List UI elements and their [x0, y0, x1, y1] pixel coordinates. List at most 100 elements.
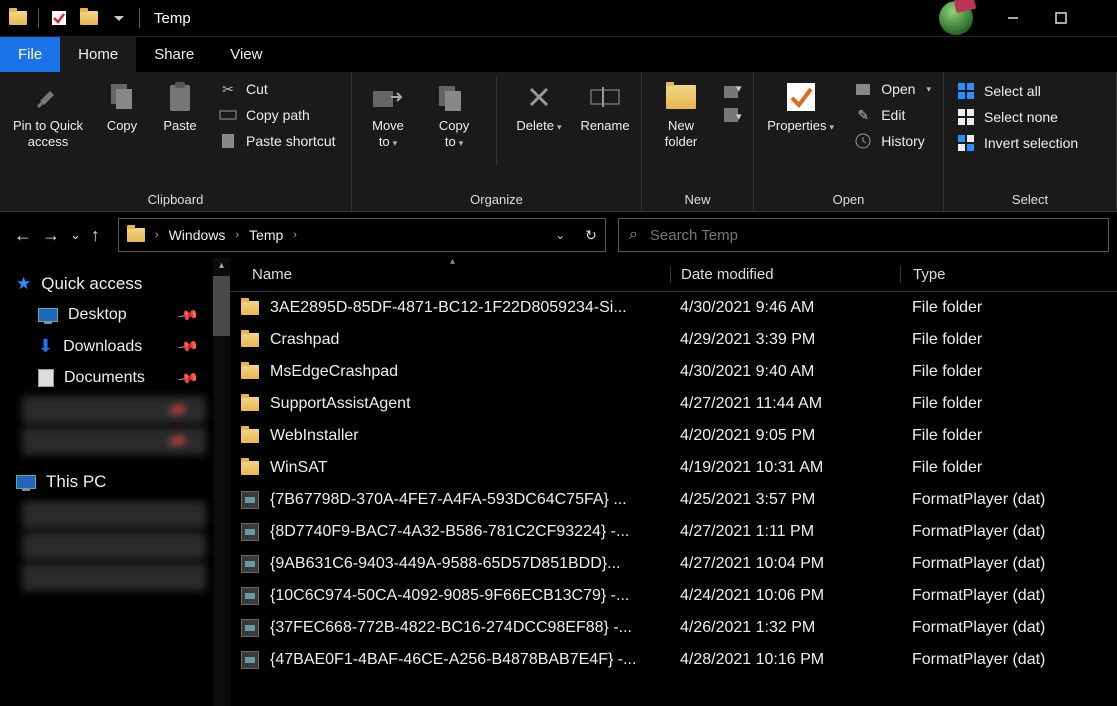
user-avatar-icon[interactable] — [939, 1, 973, 35]
sidebar-item-redacted[interactable] — [22, 563, 206, 591]
new-item-button[interactable]: ▾ — [722, 82, 744, 100]
table-row[interactable]: {47BAE0F1-4BAF-46CE-A256-B4878BAB7E4F} -… — [230, 644, 1117, 676]
delete-button[interactable]: Delete▾ — [511, 76, 567, 134]
file-type: FormatPlayer (dat) — [900, 491, 1117, 509]
copy-to-label: Copy to — [439, 118, 469, 149]
file-icon — [230, 587, 270, 605]
sort-indicator-icon: ▴ — [450, 258, 455, 267]
sidebar-item-this-pc[interactable]: This PC — [4, 458, 226, 498]
sidebar-item-redacted[interactable]: 📌 — [22, 396, 206, 424]
qat-customize-button[interactable] — [105, 4, 133, 32]
sidebar-item-documents[interactable]: Documents📌 — [4, 363, 226, 393]
tab-view[interactable]: View — [212, 37, 280, 72]
sidebar-item-redacted[interactable]: 📌 — [22, 427, 206, 455]
properties-label: Properties — [767, 118, 826, 133]
nav-recent-button[interactable]: ⌄ — [70, 227, 81, 243]
group-organize: Move to▾ Copy to▾ Delete▾ Rename Organiz… — [352, 72, 642, 211]
separator — [496, 76, 497, 166]
table-row[interactable]: SupportAssistAgent4/27/2021 11:44 AMFile… — [230, 388, 1117, 420]
address-dropdown-button[interactable]: ⌄ — [555, 228, 565, 242]
edit-button[interactable]: ✎Edit — [849, 102, 935, 128]
paste-shortcut-button[interactable]: Paste shortcut — [214, 128, 340, 154]
breadcrumb-item[interactable]: Windows — [169, 227, 226, 243]
pin-icon: 📌 — [175, 366, 199, 390]
select-all-label: Select all — [984, 83, 1041, 99]
search-box[interactable]: ⌕ — [618, 218, 1109, 252]
select-none-button[interactable]: Select none — [952, 104, 1082, 130]
table-row[interactable]: {37FEC668-772B-4822-BC16-274DCC98EF88} -… — [230, 612, 1117, 644]
history-button[interactable]: History — [849, 128, 935, 154]
history-label: History — [881, 133, 925, 149]
sidebar-item-downloads[interactable]: ⬇Downloads📌 — [4, 330, 226, 363]
nav-back-button[interactable]: ← — [14, 225, 32, 246]
chevron-down-icon: ▾ — [557, 122, 562, 132]
app-folder-icon — [4, 4, 32, 32]
table-row[interactable]: {10C6C974-50CA-4092-9085-9F66ECB13C79} -… — [230, 580, 1117, 612]
search-input[interactable] — [648, 226, 1098, 245]
minimize-button[interactable] — [993, 4, 1033, 32]
tab-home[interactable]: Home — [60, 37, 136, 72]
table-row[interactable]: WebInstaller4/20/2021 9:05 PMFile folder — [230, 420, 1117, 452]
table-row[interactable]: {8D7740F9-BAC7-4A32-B586-781C2CF93224} -… — [230, 516, 1117, 548]
scroll-up-icon[interactable]: ▴ — [216, 260, 227, 271]
cut-button[interactable]: ✂Cut — [214, 76, 340, 102]
pin-icon: 📌 — [175, 303, 199, 327]
sidebar-item-desktop[interactable]: Desktop📌 — [4, 300, 226, 330]
nav-up-button[interactable]: ↑ — [91, 225, 100, 246]
breadcrumb-sep-icon[interactable]: › — [289, 229, 301, 241]
pin-icon — [31, 80, 65, 114]
sidebar-item-redacted[interactable] — [22, 532, 206, 560]
paste-icon — [163, 80, 197, 114]
properties-qat-button[interactable] — [45, 4, 73, 32]
file-name: MsEdgeCrashpad — [270, 363, 670, 381]
maximize-button[interactable] — [1041, 4, 1081, 32]
table-row[interactable]: {7B67798D-370A-4FE7-A4FA-593DC64C75FA} .… — [230, 484, 1117, 516]
breadcrumb-sep-icon[interactable]: › — [231, 229, 243, 241]
new-folder-qat-button[interactable] — [75, 4, 103, 32]
invert-selection-button[interactable]: Invert selection — [952, 130, 1082, 156]
rename-button[interactable]: Rename — [577, 76, 633, 134]
new-folder-button[interactable]: New folder — [650, 76, 712, 149]
table-row[interactable]: 3AE2895D-85DF-4871-BC12-1F22D8059234-Si.… — [230, 292, 1117, 324]
table-row[interactable]: WinSAT4/19/2021 10:31 AMFile folder — [230, 452, 1117, 484]
window-title: Temp — [154, 10, 191, 27]
pin-label: Pin to Quick access — [13, 118, 83, 149]
pin-to-quick-access-button[interactable]: Pin to Quick access — [8, 76, 88, 149]
sidebar-item-quick-access[interactable]: ★Quick access — [4, 264, 226, 300]
file-icon — [230, 523, 270, 541]
group-label-open: Open — [762, 188, 935, 209]
paste-button[interactable]: Paste — [156, 76, 204, 134]
file-name: WebInstaller — [270, 427, 670, 445]
column-header-date[interactable]: Date modified — [670, 266, 900, 283]
nav-forward-button[interactable]: → — [42, 225, 60, 246]
scrollbar-thumb[interactable] — [213, 276, 230, 336]
properties-button[interactable]: Properties▾ — [762, 76, 839, 134]
separator — [139, 8, 140, 28]
tab-file[interactable]: File — [0, 37, 60, 72]
open-button[interactable]: Open▾ — [849, 76, 935, 102]
select-all-button[interactable]: Select all — [952, 78, 1082, 104]
table-row[interactable]: Crashpad4/29/2021 3:39 PMFile folder — [230, 324, 1117, 356]
breadcrumb-sep-icon[interactable]: › — [151, 229, 163, 241]
column-header-type[interactable]: Type — [900, 266, 1117, 283]
copy-path-button[interactable]: Copy path — [214, 102, 340, 128]
file-type: FormatPlayer (dat) — [900, 619, 1117, 637]
close-button[interactable] — [1089, 4, 1113, 32]
move-to-button[interactable]: Move to▾ — [360, 76, 416, 149]
tab-share[interactable]: Share — [136, 37, 212, 72]
edit-label: Edit — [881, 107, 905, 123]
sidebar-item-redacted[interactable] — [22, 501, 206, 529]
chevron-down-icon: ▾ — [829, 122, 834, 132]
pin-icon: 📌 — [163, 429, 187, 453]
table-row[interactable]: MsEdgeCrashpad4/30/2021 9:40 AMFile fold… — [230, 356, 1117, 388]
rename-icon — [588, 80, 622, 114]
easy-access-button[interactable]: ▾ — [722, 106, 744, 124]
table-row[interactable]: {9AB631C6-9403-449A-9588-65D57D851BDD}..… — [230, 548, 1117, 580]
column-header-name[interactable]: Name — [230, 266, 670, 283]
file-type: FormatPlayer (dat) — [900, 651, 1117, 669]
refresh-button[interactable]: ↻ — [585, 227, 597, 244]
copy-button[interactable]: Copy — [98, 76, 146, 134]
copy-to-button[interactable]: Copy to▾ — [426, 76, 482, 149]
address-bar[interactable]: › Windows › Temp › ⌄ ↻ — [118, 218, 606, 252]
breadcrumb-item[interactable]: Temp — [249, 227, 283, 243]
